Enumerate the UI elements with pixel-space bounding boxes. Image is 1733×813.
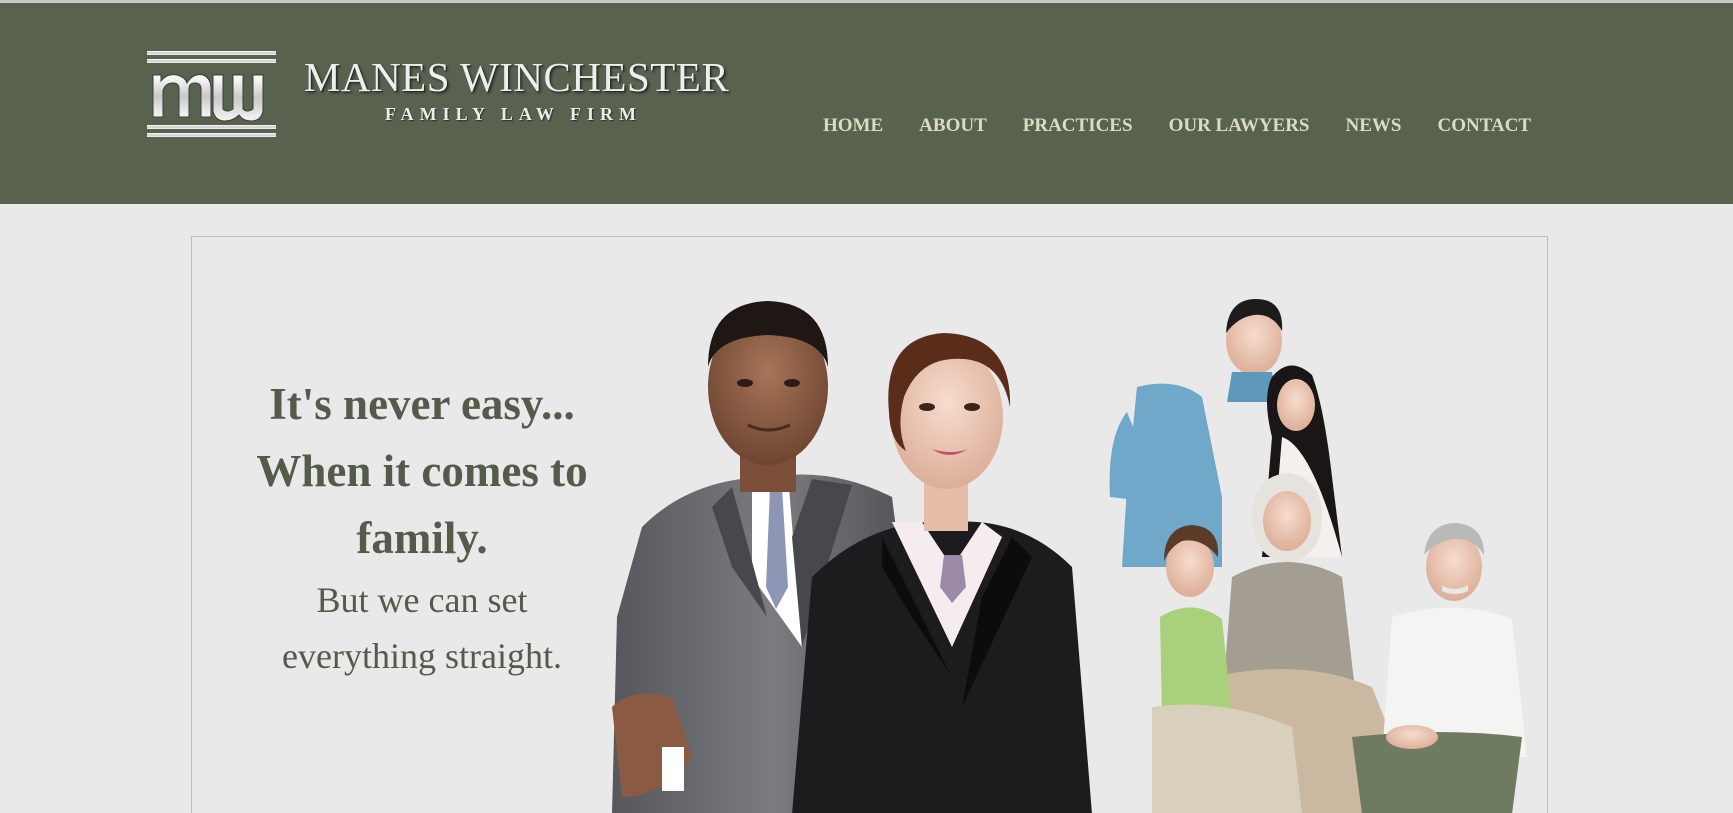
nav-contact[interactable]: CONTACT (1437, 113, 1531, 139)
nav-our-lawyers[interactable]: OUR LAWYERS (1169, 113, 1310, 139)
main-nav: HOME ABOUT PRACTICES OUR LAWYERS NEWS CO… (823, 113, 1531, 139)
hero-banner: It's never easy... When it comes to fami… (191, 236, 1548, 813)
mw-monogram-icon (147, 51, 276, 137)
site-header: MANES WINCHESTER FAMILY LAW FIRM HOME AB… (0, 3, 1733, 204)
nav-practices[interactable]: PRACTICES (1023, 113, 1133, 139)
nav-about[interactable]: ABOUT (919, 113, 987, 139)
brand-name: MANES WINCHESTER (304, 54, 730, 100)
people-photo-icon (612, 299, 1527, 813)
brand-tagline: FAMILY LAW FIRM (385, 104, 643, 124)
site-logo[interactable]: MANES WINCHESTER FAMILY LAW FIRM (147, 51, 747, 141)
nav-news[interactable]: NEWS (1346, 113, 1402, 139)
nav-home[interactable]: HOME (823, 113, 883, 139)
